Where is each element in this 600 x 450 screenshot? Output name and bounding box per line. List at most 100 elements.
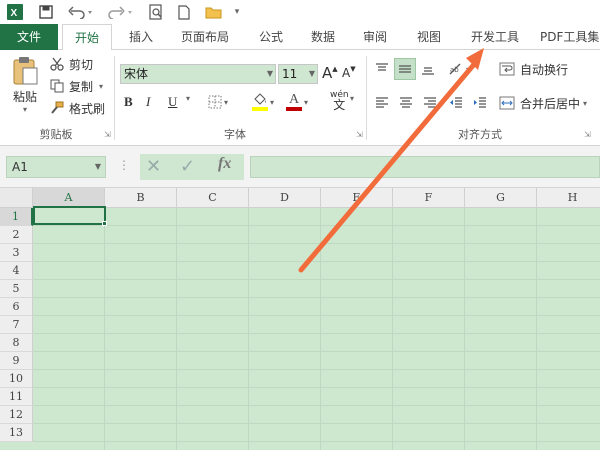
customize-qat-icon[interactable]: ▾ (232, 2, 242, 22)
name-box-value: A1 (12, 160, 28, 174)
formula-input[interactable] (250, 156, 600, 178)
quick-access-toolbar: X ▾ (0, 0, 600, 24)
formula-buttons-area: ✕ ✓ fx (140, 154, 244, 180)
font-name-dropdown-icon[interactable]: ▼ (267, 65, 273, 83)
alignment-launcher-icon[interactable]: ⇲ (584, 130, 591, 139)
clipboard-icon (11, 56, 39, 86)
borders-button[interactable]: ▾ (208, 92, 228, 112)
font-name-value: 宋体 (124, 67, 149, 81)
fill-color-button[interactable]: ▾ (252, 90, 274, 114)
fill-color-swatch (252, 107, 268, 111)
tab-review[interactable]: 审阅 (352, 24, 398, 50)
align-top-icon (375, 62, 389, 76)
svg-text:ab: ab (450, 66, 459, 74)
wrap-text-button[interactable]: 自动换行 (498, 58, 568, 80)
copy-button[interactable]: 复制 ▾ (48, 76, 103, 96)
active-cell-a1[interactable] (33, 206, 106, 225)
tab-data[interactable]: 数据 (300, 24, 346, 50)
print-preview-icon[interactable] (146, 2, 166, 22)
fill-color-dropdown-icon[interactable]: ▾ (270, 98, 274, 107)
font-size-combo[interactable]: 11 ▼ (278, 64, 318, 84)
grow-font-label: A (322, 64, 333, 82)
font-color-letter: A (288, 92, 300, 107)
align-center-icon (399, 96, 413, 110)
paste-button[interactable]: 粘贴 ▾ (6, 56, 44, 120)
grow-font-button[interactable]: A ▲ (322, 62, 338, 84)
cut-button[interactable]: 剪切 (48, 54, 93, 74)
align-left-icon (375, 96, 389, 110)
format-painter-label: 格式刷 (69, 101, 106, 116)
group-separator (366, 56, 367, 140)
svg-text:X: X (11, 8, 18, 19)
font-color-button[interactable]: A ▾ (286, 90, 308, 114)
bold-button[interactable]: B (124, 92, 140, 112)
tab-view[interactable]: 视图 (406, 24, 452, 50)
align-bottom-button[interactable] (418, 58, 438, 80)
decrease-indent-button[interactable] (446, 92, 466, 114)
borders-dropdown-icon[interactable]: ▾ (224, 98, 228, 107)
paintbrush-icon (48, 101, 66, 115)
increase-indent-button[interactable] (470, 92, 490, 114)
insert-function-button[interactable]: fx (218, 155, 231, 173)
merge-center-button[interactable]: 合并后居中 ▾ (498, 92, 587, 114)
undo-icon[interactable] (66, 2, 96, 22)
tab-developer[interactable]: 开发工具 (462, 24, 528, 50)
text-orientation-icon: ab (448, 62, 464, 76)
align-center-button[interactable] (396, 92, 416, 114)
ribbon-tab-bar: 文件 开始 插入 页面布局 公式 数据 审阅 视图 开发工具 PDF工具集 (0, 24, 600, 51)
align-middle-icon (398, 62, 412, 76)
copy-icon (48, 79, 66, 93)
cut-label: 剪切 (69, 57, 94, 72)
align-bottom-icon (421, 62, 435, 76)
merge-center-icon (498, 96, 516, 110)
shrink-font-button[interactable]: A ▼ (342, 62, 360, 84)
font-color-icon: A (286, 93, 302, 111)
merge-dropdown-icon[interactable]: ▾ (583, 99, 587, 108)
align-right-icon (423, 96, 437, 110)
tab-page-layout[interactable]: 页面布局 (170, 24, 240, 50)
merge-center-label: 合并后居中 (520, 96, 581, 111)
tab-home[interactable]: 开始 (62, 24, 112, 51)
confirm-entry-icon[interactable]: ✓ (180, 156, 195, 177)
worksheet-grid[interactable]: ABCDEFGH 1 2 3 4 5 6 7 8 9 10 11 12 13 (0, 188, 600, 450)
name-box[interactable]: A1 ▼ (6, 156, 106, 178)
cancel-entry-icon[interactable]: ✕ (146, 156, 161, 177)
orientation-dropdown-icon[interactable]: ▾ (466, 65, 470, 74)
wrap-text-icon (498, 62, 516, 76)
font-launcher-icon[interactable]: ⇲ (356, 130, 363, 139)
phonetic-dropdown-icon[interactable]: ▾ (350, 94, 354, 103)
tab-insert[interactable]: 插入 (118, 24, 164, 50)
tab-pdf-tools[interactable]: PDF工具集 (540, 24, 600, 50)
fill-handle[interactable] (102, 221, 107, 226)
font-color-dropdown-icon[interactable]: ▾ (304, 98, 308, 107)
orientation-button[interactable]: ab ▾ (448, 58, 470, 80)
font-size-dropdown-icon[interactable]: ▼ (309, 65, 315, 83)
font-name-combo[interactable]: 宋体 ▼ (120, 64, 276, 84)
underline-dropdown-icon[interactable]: ▾ (186, 94, 190, 103)
grow-font-icon: ▲ (332, 65, 338, 73)
save-icon[interactable] (36, 2, 56, 22)
shrink-font-icon: ▼ (350, 65, 356, 73)
align-left-button[interactable] (372, 92, 392, 114)
increase-indent-icon (473, 96, 487, 110)
align-middle-button[interactable] (394, 58, 416, 80)
font-group-label: 字体 (224, 128, 246, 141)
paste-dropdown-icon[interactable]: ▾ (23, 105, 27, 114)
format-painter-button[interactable]: 格式刷 (48, 98, 105, 118)
decrease-indent-icon (449, 96, 463, 110)
clipboard-launcher-icon[interactable]: ⇲ (104, 130, 111, 139)
redo-icon[interactable] (106, 2, 136, 22)
italic-button[interactable]: I (146, 92, 162, 112)
tab-file[interactable]: 文件 (0, 24, 58, 50)
open-folder-icon[interactable] (202, 2, 226, 22)
underline-button[interactable]: U (168, 92, 184, 112)
fill-bucket-icon (252, 93, 268, 111)
wrap-text-label: 自动换行 (520, 62, 569, 77)
tab-formulas[interactable]: 公式 (248, 24, 294, 50)
align-right-button[interactable] (420, 92, 440, 114)
align-top-button[interactable] (372, 58, 392, 80)
new-document-icon[interactable] (174, 2, 194, 22)
copy-dropdown-icon[interactable]: ▾ (99, 82, 103, 91)
phonetic-button[interactable]: wén 文 (330, 90, 349, 114)
name-box-dropdown-icon[interactable]: ▼ (95, 157, 101, 177)
